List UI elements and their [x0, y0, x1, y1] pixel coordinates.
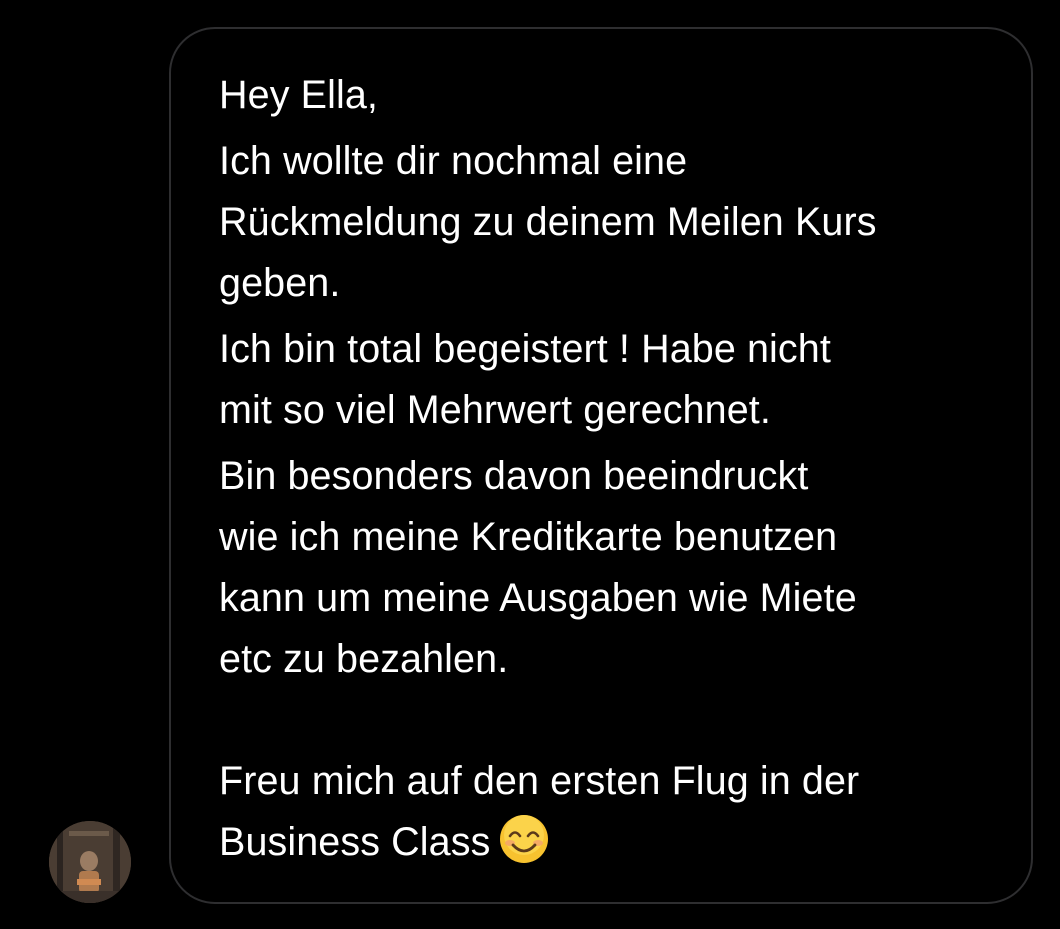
message-bubble[interactable]: Hey Ella, Ich wollte dir nochmal eine Rück… [169, 27, 1033, 904]
message-line-text: Freu mich auf den ersten Flug in der [219, 759, 860, 803]
message-line: geben. [219, 253, 991, 314]
message-paragraph: Bin besonders davon beeindruckt wie ich m… [219, 446, 991, 690]
message-text: Hey Ella, Ich wollte dir nochmal eine Rück… [219, 65, 991, 878]
message-line-text: Ich bin total begeistert ! Habe nicht [219, 327, 831, 371]
message-line-text: Ich wollte dir nochmal eine [219, 139, 688, 183]
message-line: Bin besonders davon beeindruckt [219, 446, 991, 507]
message-line: etc zu bezahlen. [219, 629, 991, 690]
profile-photo-avatar [49, 821, 131, 903]
message-paragraph: Freu mich auf den ersten Flug in der Busi… [219, 751, 991, 873]
message-line-text: Hey Ella, [219, 73, 378, 117]
message-line-text: Bin besonders davon beeindruckt [219, 454, 809, 498]
message-line: Ich wollte dir nochmal eine [219, 131, 991, 192]
message-line-text: wie ich meine Kreditkarte benutzen [219, 515, 838, 559]
message-line-text: geben. [219, 261, 341, 305]
message-line: Freu mich auf den ersten Flug in der [219, 751, 991, 812]
message-paragraph: Ich wollte dir nochmal eine Rückmeldung z… [219, 131, 991, 314]
message-line-text: mit so viel Mehrwert gerechnet. [219, 388, 771, 432]
message-line: Ich bin total begeistert ! Habe nicht [219, 319, 991, 380]
message-line-text: kann um meine Ausgaben wie Miete [219, 576, 857, 620]
message-line: kann um meine Ausgaben wie Miete [219, 568, 991, 629]
message-line-text: etc zu bezahlen. [219, 637, 509, 681]
message-line: mit so viel Mehrwert gerechnet. [219, 380, 991, 441]
message-paragraph: Hey Ella, [219, 65, 991, 126]
smiling-face-with-smiling-eyes-icon [500, 815, 549, 863]
avatar[interactable] [49, 821, 131, 903]
message-paragraph: Ich bin total begeistert ! Habe nicht mit… [219, 319, 991, 441]
message-line: Hey Ella, [219, 65, 991, 126]
message-line: wie ich meine Kreditkarte benutzen [219, 507, 991, 568]
message-line-text: Business Class [219, 820, 491, 864]
message-line: Business Class [219, 812, 991, 873]
message-line: Rückmeldung zu deinem Meilen Kurs [219, 192, 991, 253]
message-line-text: Rückmeldung zu deinem Meilen Kurs [219, 200, 877, 244]
